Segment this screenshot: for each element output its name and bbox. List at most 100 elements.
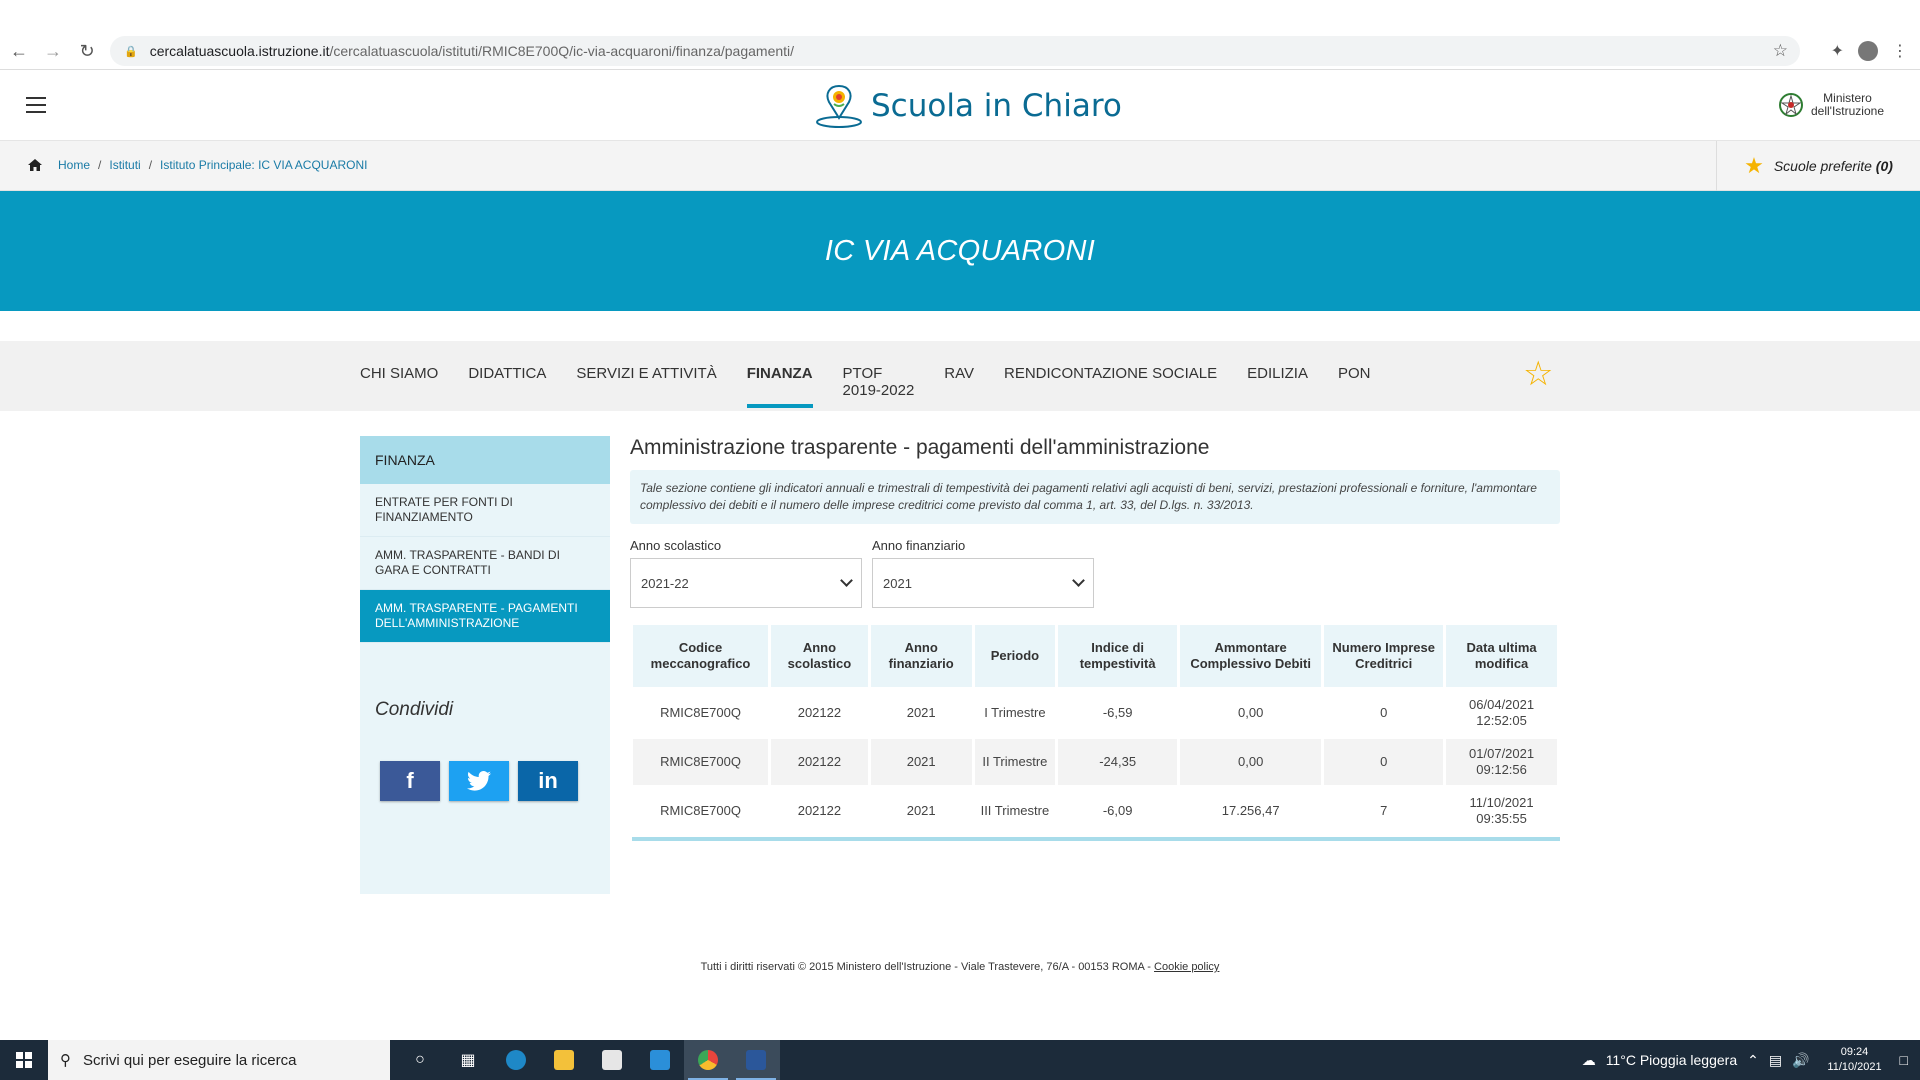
clock-time: 09:24	[1840, 1046, 1869, 1058]
breadcrumb-current[interactable]: Istituto Principale: IC VIA ACQUARONI	[160, 158, 367, 172]
extensions-icon[interactable]: ✦	[1831, 41, 1844, 61]
edge-icon[interactable]	[492, 1040, 540, 1080]
windows-logo-icon	[16, 1052, 32, 1068]
clock-date: 11/10/2021	[1827, 1061, 1882, 1073]
anno-finanziario-select[interactable]: 2021	[872, 558, 1094, 608]
menu-dots-icon[interactable]: ⋮	[1892, 41, 1908, 61]
ministry-line2: dell'Istruzione	[1811, 104, 1884, 118]
breadcrumb-istituti[interactable]: Istituti	[109, 158, 140, 172]
hamburger-menu-icon[interactable]	[26, 97, 46, 113]
sidebar-item-bandi[interactable]: AMM. TRASPARENTE - BANDI DI GARA E CONTR…	[360, 537, 610, 590]
file-explorer-icon[interactable]	[540, 1040, 588, 1080]
tab-list: CHI SIAMO DIDATTICA SERVIZI E ATTIVITÀ F…	[360, 365, 1371, 408]
anno-scolastico-select[interactable]: 2021-22	[630, 558, 862, 608]
search-icon: ⚲	[60, 1052, 71, 1069]
tab-pon[interactable]: PON	[1338, 365, 1371, 399]
chevron-down-icon	[840, 574, 853, 587]
cell: 11/10/2021 09:35:55	[1469, 795, 1534, 826]
col-anno-finanziario: Anno finanziario	[870, 625, 972, 687]
filter-label: Anno finanziario	[872, 538, 966, 553]
tab-finanza[interactable]: FINANZA	[746, 365, 813, 408]
table-row: RMIC8E700Q 202122 2021 III Trimestre -6,…	[633, 788, 1557, 834]
share-buttons: f t in	[380, 761, 610, 801]
favorite-star-icon[interactable]: ☆	[1523, 357, 1553, 391]
taskbar-search[interactable]: ⚲ Scrivi qui per eseguire la ricerca	[48, 1040, 390, 1080]
content-area: FINANZA ENTRATE PER FONTI DI FINANZIAMEN…	[0, 411, 1920, 911]
share-title: Condividi	[375, 699, 454, 720]
weather-text[interactable]: 11°C Pioggia leggera	[1606, 1052, 1737, 1068]
linkedin-icon: in	[538, 768, 558, 793]
linkedin-share-button[interactable]: in	[518, 761, 578, 801]
tab-ptof[interactable]: PTOF 2019-2022	[843, 365, 915, 399]
start-button[interactable]	[0, 1040, 48, 1080]
store-icon[interactable]	[588, 1040, 636, 1080]
reload-icon[interactable]: ↻	[72, 36, 102, 66]
mail-icon[interactable]	[636, 1040, 684, 1080]
table-bottom-rule	[632, 837, 1560, 841]
chevron-up-icon[interactable]: ⌃	[1747, 1052, 1759, 1069]
task-view-icon[interactable]: ▦	[444, 1040, 492, 1080]
chevron-down-icon	[1072, 574, 1085, 587]
tab-ptof-label: PTOF	[842, 365, 883, 382]
logo-text: Scuola in Chiaro	[871, 88, 1122, 124]
word-icon[interactable]	[732, 1040, 780, 1080]
cell: 2021	[906, 705, 936, 720]
favorites-label: Scuole preferite	[1773, 158, 1872, 174]
cell: 7	[1380, 803, 1388, 818]
cell: 0	[1380, 705, 1388, 720]
twitter-share-button[interactable]: t	[449, 761, 509, 801]
back-icon[interactable]: ←	[4, 36, 34, 66]
cell: 2021	[906, 803, 936, 818]
cortana-icon[interactable]: ○	[396, 1040, 444, 1080]
table-row: RMIC8E700Q 202122 2021 II Trimestre -24,…	[633, 739, 1557, 785]
tab-chi-siamo[interactable]: CHI SIAMO	[360, 365, 438, 399]
tab-rav[interactable]: RAV	[944, 365, 974, 399]
breadcrumb: Home / Istituti / Istituto Principale: I…	[28, 158, 367, 172]
network-icon[interactable]: ▤	[1769, 1052, 1782, 1069]
forward-icon[interactable]: →	[38, 36, 68, 66]
tab-servizi[interactable]: SERVIZI E ATTIVITÀ	[576, 365, 716, 399]
breadcrumb-separator: /	[148, 158, 153, 172]
browser-chrome: ← → ↻ 🔒 cercalatuascuola.istruzione.it/c…	[0, 0, 1920, 70]
cookie-policy-link[interactable]: Cookie policy	[1154, 961, 1219, 973]
clock[interactable]: 09:24 11/10/2021	[1820, 1045, 1890, 1075]
cell: -6,59	[1102, 705, 1133, 720]
tab-rendicontazione[interactable]: RENDICONTAZIONE SOCIALE	[1004, 365, 1217, 399]
ministry-logo[interactable]: Ministero dell'Istruzione	[1777, 90, 1884, 120]
cell: -24,35	[1058, 739, 1178, 785]
hero-banner: IC VIA ACQUARONI	[0, 191, 1920, 311]
payments-table: Codice meccanografico Anno scolastico An…	[630, 622, 1560, 837]
cell: 202122	[797, 705, 842, 720]
star-icon: ★	[1744, 153, 1764, 178]
filter-anno-scolastico: Anno scolastico 2021-22	[630, 538, 862, 608]
cell: RMIC8E700Q	[633, 739, 769, 785]
browser-toolbar: ← → ↻ 🔒 cercalatuascuola.istruzione.it/c…	[0, 36, 1920, 66]
section-tabs: CHI SIAMO DIDATTICA SERVIZI E ATTIVITÀ F…	[0, 341, 1920, 411]
volume-icon[interactable]: 🔊	[1792, 1052, 1809, 1069]
profile-icon[interactable]	[1858, 41, 1878, 61]
breadcrumb-home[interactable]: Home	[58, 158, 90, 172]
taskbar-apps: ○ ▦	[396, 1040, 780, 1080]
facebook-share-button[interactable]: f	[380, 761, 440, 801]
sidebar: FINANZA ENTRATE PER FONTI DI FINANZIAMEN…	[360, 436, 610, 894]
cell: I Trimestre	[984, 705, 1046, 720]
filter-label: Anno scolastico	[630, 538, 722, 553]
cell: 17.256,47	[1221, 803, 1280, 818]
sidebar-item-entrate[interactable]: ENTRATE PER FONTI DI FINANZIAMENTO	[360, 484, 610, 537]
twitter-icon	[467, 771, 491, 791]
notifications-icon[interactable]: □	[1900, 1052, 1908, 1068]
table-header-row: Codice meccanografico Anno scolastico An…	[633, 625, 1557, 687]
sidebar-item-pagamenti[interactable]: AMM. TRASPARENTE - PAGAMENTI DELL'AMMINI…	[360, 590, 610, 643]
tab-edilizia[interactable]: EDILIZIA	[1247, 365, 1308, 399]
chrome-icon[interactable]	[684, 1040, 732, 1080]
favorites-button[interactable]: ★ Scuole preferite (0)	[1716, 141, 1920, 191]
col-periodo: Periodo	[974, 625, 1056, 687]
home-icon[interactable]	[28, 159, 42, 171]
favorites-count: (0)	[1875, 158, 1893, 174]
address-bar[interactable]: 🔒 cercalatuascuola.istruzione.it/cercala…	[110, 36, 1800, 66]
site-logo[interactable]: Scuola in Chiaro	[815, 82, 1122, 130]
cell: 202122	[771, 739, 868, 785]
system-tray: ☁ 11°C Pioggia leggera ⌃ ▤ 🔊 09:24 11/10…	[1582, 1040, 1920, 1080]
bookmark-star-icon[interactable]: ☆	[1773, 41, 1788, 61]
tab-didattica[interactable]: DIDATTICA	[468, 365, 546, 399]
